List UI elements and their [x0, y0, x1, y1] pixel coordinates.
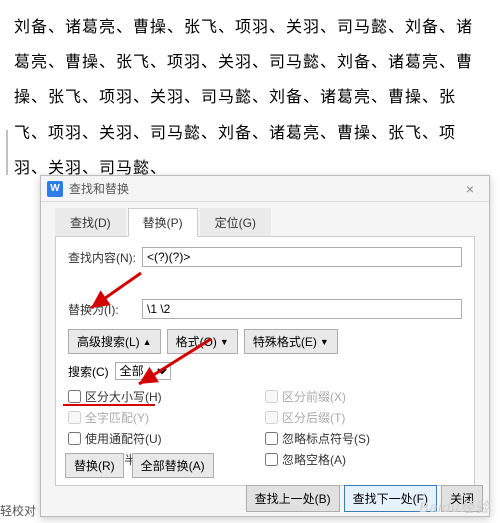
search-direction-select[interactable]: 全部 — [115, 362, 171, 380]
prefix-checkbox: 区分前缀(X) — [265, 386, 462, 407]
find-replace-dialog: W 查找和替换 × 查找(D) 替换(P) 定位(G) 查找内容(N): 替换为… — [40, 175, 490, 517]
tab-strip: 查找(D) 替换(P) 定位(G) — [41, 202, 489, 237]
replace-input[interactable] — [142, 299, 462, 319]
format-label: 格式(O) — [176, 333, 217, 350]
search-direction-row: 搜索(C) 全部 — [68, 362, 462, 380]
option-buttons-row: 高级搜索(L) ▲ 格式(O) ▼ 特殊格式(E) ▼ — [68, 329, 462, 354]
replace-button[interactable]: 替换(R) — [65, 453, 124, 478]
special-format-label: 特殊格式(E) — [253, 333, 317, 350]
replace-label: 替换为(I): — [68, 301, 142, 318]
collapse-icon: ▲ — [143, 337, 152, 347]
find-row: 查找内容(N): — [68, 247, 462, 267]
format-button[interactable]: 格式(O) ▼ — [167, 329, 238, 354]
tab-find[interactable]: 查找(D) — [55, 208, 126, 237]
chevron-down-icon: ▼ — [320, 337, 329, 347]
document-body: 刘备、诸葛亮、曹操、张飞、项羽、关羽、司马懿、刘备、诸葛亮、曹操、张飞、项羽、关… — [0, 0, 500, 196]
watermark: Baidu经验 — [419, 497, 490, 517]
find-input[interactable] — [142, 247, 462, 267]
advanced-search-button[interactable]: 高级搜索(L) ▲ — [68, 329, 161, 354]
replace-row: 替换为(I): — [68, 299, 462, 319]
suffix-checkbox: 区分后缀(T) — [265, 407, 462, 428]
annotation-underline — [63, 398, 155, 406]
ignore-punct-checkbox[interactable]: 忽略标点符号(S) — [265, 428, 462, 449]
page-margin-indicator — [6, 130, 8, 175]
tab-goto[interactable]: 定位(G) — [200, 208, 271, 237]
app-icon: W — [47, 181, 63, 197]
replace-all-button[interactable]: 全部替换(A) — [132, 453, 214, 478]
tab-replace[interactable]: 替换(P) — [128, 208, 198, 237]
whole-word-checkbox: 全字匹配(Y) — [68, 407, 265, 428]
wildcards-checkbox[interactable]: 使用通配符(U) — [68, 428, 265, 449]
find-prev-button[interactable]: 查找上一处(B) — [246, 485, 340, 512]
ignore-space-checkbox[interactable]: 忽略空格(A) — [265, 449, 462, 470]
dialog-title: 查找和替换 — [69, 180, 457, 197]
search-direction-label: 搜索(C) — [68, 363, 109, 380]
advanced-search-label: 高级搜索(L) — [77, 333, 140, 350]
close-icon[interactable]: × — [457, 181, 483, 197]
find-label: 查找内容(N): — [68, 249, 142, 266]
special-format-button[interactable]: 特殊格式(E) ▼ — [244, 329, 338, 354]
chevron-down-icon: ▼ — [220, 337, 229, 347]
side-label: 轻校对 — [0, 502, 36, 519]
dialog-titlebar: W 查找和替换 × — [41, 176, 489, 202]
replace-panel: 查找内容(N): 替换为(I): 高级搜索(L) ▲ 格式(O) ▼ 特殊格式(… — [55, 236, 475, 486]
replace-buttons-row: 替换(R) 全部替换(A) — [65, 453, 214, 478]
